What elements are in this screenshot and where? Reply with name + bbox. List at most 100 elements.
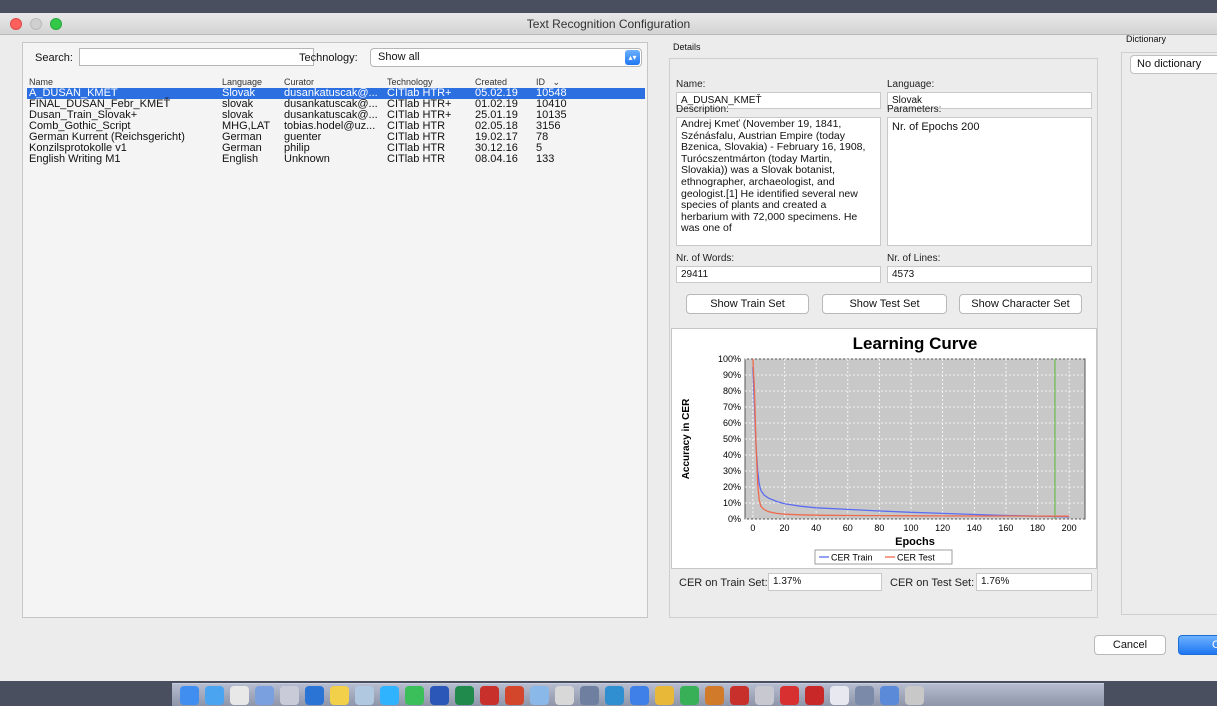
legend-label: CER Train	[831, 553, 873, 563]
stickies-icon[interactable]	[605, 686, 624, 705]
technology-selected-value: Show all	[378, 51, 420, 63]
parameters-textarea[interactable]: Nr. of Epochs 200	[887, 117, 1092, 246]
y-tick-label: 50%	[723, 434, 741, 444]
y-tick-label: 40%	[723, 450, 741, 460]
lines-field[interactable]: 4573	[887, 266, 1092, 283]
description-textarea[interactable]: Andrej Kmeť (November 19, 1841, Szénásfa…	[676, 117, 881, 246]
powerpoint-icon[interactable]	[505, 686, 524, 705]
technology-label: Technology:	[299, 52, 358, 64]
y-tick-label: 100%	[718, 354, 741, 364]
finder-icon[interactable]	[180, 686, 199, 705]
scanner-icon[interactable]	[555, 686, 574, 705]
y-tick-label: 0%	[728, 514, 741, 524]
acrobat-reader-icon[interactable]	[805, 686, 824, 705]
vpn-icon[interactable]	[680, 686, 699, 705]
cell-created: 08.04.16	[475, 153, 518, 165]
cer-test-label: CER on Test Set:	[890, 577, 975, 589]
excel-icon[interactable]	[455, 686, 474, 705]
x-tick-label: 120	[935, 523, 950, 533]
x-tick-label: 100	[904, 523, 919, 533]
screen-sharing-icon[interactable]	[530, 686, 549, 705]
filezilla-icon[interactable]	[480, 686, 499, 705]
chrome-icon[interactable]	[655, 686, 674, 705]
x-tick-label: 80	[874, 523, 884, 533]
cell-curator: Unknown	[284, 153, 330, 165]
word-icon[interactable]	[430, 686, 449, 705]
x-tick-label: 60	[843, 523, 853, 533]
y-tick-label: 20%	[723, 482, 741, 492]
select-arrows-icon: ▴▾	[625, 50, 640, 65]
cer-train-field[interactable]: 1.37%	[768, 573, 882, 591]
messages-icon[interactable]	[380, 686, 399, 705]
trash-icon[interactable]	[905, 686, 924, 705]
show-train-set-button[interactable]: Show Train Set	[686, 294, 809, 314]
model-list-panel: Search: Technology: Show all ▴▾ Name Lan…	[22, 42, 648, 618]
cell-id: 133	[536, 153, 555, 165]
safari-icon[interactable]	[205, 686, 224, 705]
y-tick-label: 70%	[723, 402, 741, 412]
cell-language: English	[222, 153, 259, 165]
technology-select[interactable]: Show all ▴▾	[370, 48, 642, 67]
cer-test-field[interactable]: 1.76%	[976, 573, 1092, 591]
cer-train-label: CER on Train Set:	[679, 577, 768, 589]
chart-title: Learning Curve	[853, 334, 978, 353]
acrobat-icon[interactable]	[730, 686, 749, 705]
outlook-icon[interactable]	[305, 686, 324, 705]
x-axis-label: Epochs	[895, 536, 935, 548]
cancel-button[interactable]: Cancel	[1094, 635, 1166, 655]
photos-icon[interactable]	[355, 686, 374, 705]
appstore-icon[interactable]	[630, 686, 649, 705]
disk-icon[interactable]	[580, 686, 599, 705]
window-title: Text Recognition Configuration	[526, 17, 691, 31]
parameters-label: Parameters:	[887, 104, 942, 115]
sort-descending-icon: ⌄	[552, 76, 561, 87]
y-tick-label: 80%	[723, 386, 741, 396]
show-test-set-button[interactable]: Show Test Set	[822, 294, 947, 314]
cell-name: English Writing M1	[29, 153, 121, 165]
table-row[interactable]: English Writing M1 English Unknown CITlab H…	[27, 154, 645, 165]
title-bar[interactable]: Text Recognition Configuration	[0, 13, 1217, 35]
words-field[interactable]: 29411	[676, 266, 881, 283]
x-tick-label: 0	[750, 523, 755, 533]
cell-id: 3156	[536, 120, 561, 132]
preview-icon[interactable]	[255, 686, 274, 705]
x-tick-label: 200	[1062, 523, 1077, 533]
squirrel-icon[interactable]	[705, 686, 724, 705]
facetime-icon[interactable]	[405, 686, 424, 705]
launchpad-icon[interactable]	[280, 686, 299, 705]
notes-icon[interactable]	[330, 686, 349, 705]
dictionary-panel	[1121, 52, 1217, 615]
x-tick-label: 20	[780, 523, 790, 533]
x-tick-label: 140	[967, 523, 982, 533]
downloads-icon[interactable]	[880, 686, 899, 705]
red-app-icon[interactable]	[780, 686, 799, 705]
column-header-id-label: ID	[536, 76, 545, 87]
textedit-icon[interactable]	[830, 686, 849, 705]
search-label: Search:	[35, 52, 73, 64]
x-tick-label: 40	[811, 523, 821, 533]
show-character-set-button[interactable]: Show Character Set	[959, 294, 1082, 314]
lines-label: Nr. of Lines:	[887, 253, 941, 264]
words-label: Nr. of Words:	[676, 253, 735, 264]
help-icon[interactable]	[755, 686, 774, 705]
name-label: Name:	[676, 79, 706, 90]
search-input[interactable]	[79, 48, 314, 66]
y-tick-label: 10%	[723, 498, 741, 508]
dictionary-label: Dictionary	[1126, 34, 1167, 44]
y-tick-label: 30%	[723, 466, 741, 476]
archive-icon[interactable]	[855, 686, 874, 705]
ok-button[interactable]: OK	[1178, 635, 1217, 655]
y-tick-label: 90%	[723, 370, 741, 380]
cell-id: 78	[536, 131, 549, 143]
language-label: Language:	[887, 79, 935, 90]
x-tick-label: 180	[1030, 523, 1045, 533]
y-axis-label: Accuracy in CER	[681, 398, 692, 479]
dictionary-select[interactable]: No dictionary	[1130, 55, 1217, 74]
dock	[172, 683, 1104, 706]
x-tick-label: 160	[998, 523, 1013, 533]
y-tick-label: 60%	[723, 418, 741, 428]
cell-technology: CITlab HTR	[387, 153, 446, 165]
details-section-label: Details	[673, 42, 701, 52]
transkribus-icon[interactable]	[230, 686, 249, 705]
legend-label: CER Test	[897, 553, 935, 563]
